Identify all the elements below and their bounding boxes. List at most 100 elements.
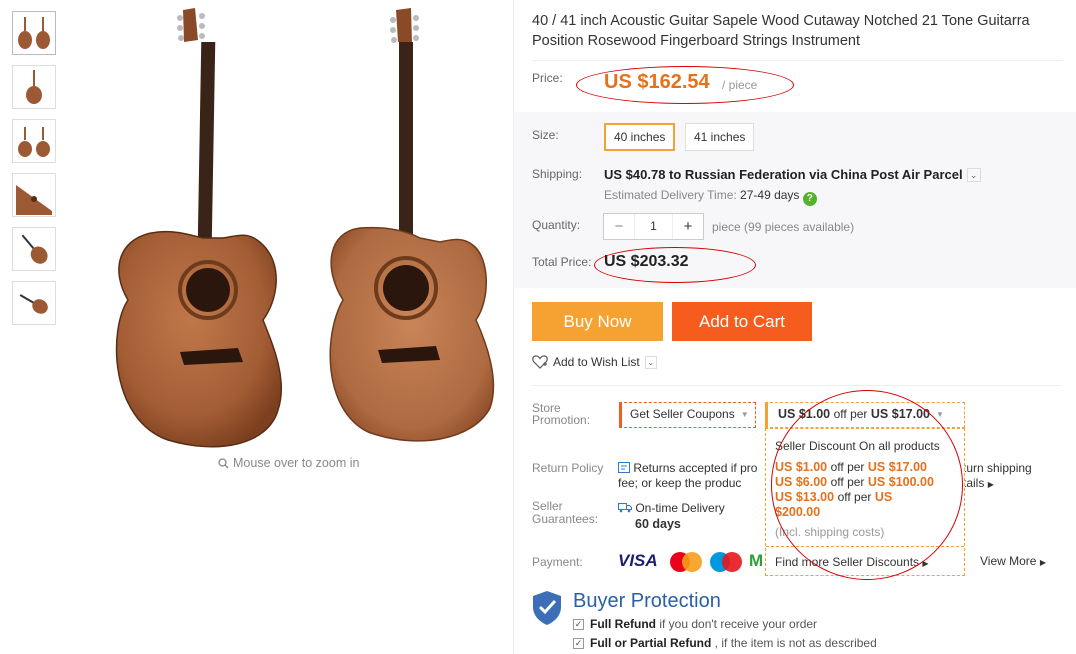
coupon-button-label: Get Seller Coupons [630, 407, 735, 421]
check-icon: ✓ [573, 618, 584, 630]
store-promotion-label: Store Promotion: [532, 401, 591, 427]
tier-threshold: US $100.00 [867, 475, 934, 489]
visa-logo: VISA [618, 551, 658, 570]
return-policy-label: Return Policy [532, 461, 604, 475]
price-value: US $162.54 [604, 71, 710, 93]
tier-amount: US $1.00 [775, 460, 828, 474]
return-policy-tail-2[interactable]: tails [963, 476, 984, 490]
on-time-delivery: On-time Delivery [635, 501, 725, 515]
discount-tier-1: US $1.00 off per US $17.00 [775, 460, 927, 474]
help-icon[interactable]: ? [802, 192, 817, 206]
shipping-method[interactable]: US $40.78 to Russian Federation via Chin… [604, 167, 981, 182]
return-policy-tail: turn shipping tails ▶ [963, 461, 1043, 492]
mastercard-logo [670, 552, 702, 572]
thumbnail-5[interactable] [12, 227, 56, 271]
discount-threshold: US $17.00 [870, 407, 930, 421]
tier-threshold: US $17.00 [867, 460, 927, 474]
thumbnail-4[interactable] [12, 173, 56, 217]
zoom-hint: Mouse over to zoom in [218, 456, 359, 470]
dropdown-title: Seller Discount On all products [775, 439, 940, 453]
product-main-image[interactable] [98, 0, 512, 455]
buyer-protection-item: ✓ Full Refund if you don't receive your … [573, 617, 817, 631]
quantity-input[interactable]: 1 [634, 214, 673, 239]
dropdown-divider [766, 546, 964, 547]
protection-rest: if you don't receive your order [659, 617, 818, 631]
size-option-40[interactable]: 40 inches [604, 123, 676, 151]
add-to-cart-button[interactable]: Add to Cart [672, 302, 812, 341]
tier-amount: US $6.00 [775, 475, 828, 489]
caret-down-icon: ▼ [935, 410, 944, 419]
delivery-estimate-label: Estimated Delivery Time: [604, 188, 737, 202]
find-more-label: Find more Seller Discounts [775, 555, 920, 569]
thumbnail-6[interactable] [12, 281, 56, 325]
quantity-increase-button[interactable]: + [673, 214, 703, 239]
wish-list-label: Add to Wish List [553, 355, 640, 369]
caret-right-icon: ▶ [987, 480, 994, 489]
chevron-down-icon[interactable]: ⌄ [966, 168, 981, 182]
get-seller-coupons-button[interactable]: Get Seller Coupons ▼ [619, 402, 756, 428]
column-divider [513, 0, 514, 654]
discount-mid: off per [833, 407, 868, 421]
zoom-hint-text: Mouse over to zoom in [233, 456, 360, 470]
shipping-costs-note: (Incl. shipping costs) [775, 525, 885, 539]
buyer-protection-title: Buyer Protection [573, 590, 721, 612]
buyer-protection-item: ✓ Full or Partial Refund , if the item i… [573, 636, 877, 650]
discount-tier-2: US $6.00 off per US $100.00 [775, 475, 934, 489]
view-more-link[interactable]: View More ▶ [980, 554, 1046, 568]
buy-now-button[interactable]: Buy Now [532, 302, 663, 341]
return-policy-visible: Returns accepted if pro fee; or keep the… [618, 461, 758, 490]
protection-bold: Full Refund [590, 617, 656, 631]
price-label: Price: [532, 71, 563, 85]
section-divider [532, 385, 1062, 386]
delivery-estimate-value: 27-49 days [740, 188, 800, 202]
payment-logo-partial: M [749, 551, 764, 570]
thumbnail-2[interactable] [12, 65, 56, 109]
maestro-logo [710, 552, 742, 572]
thumbnail-3[interactable] [12, 119, 56, 163]
delivery-estimate: Estimated Delivery Time: 27-49 days ? [604, 188, 817, 206]
return-policy-tail-1: turn shipping [963, 461, 1032, 475]
total-price-value: US $203.32 [604, 253, 689, 270]
tier-amount: US $13.00 [775, 490, 835, 504]
protection-bold: Full or Partial Refund [590, 636, 712, 650]
chevron-down-icon[interactable]: ⌄ [644, 355, 657, 369]
caret-down-icon: ▼ [740, 410, 749, 419]
tier-off: off per [830, 460, 865, 474]
thumbnail-1[interactable] [12, 11, 56, 55]
seller-guarantees-label: Seller Guarantees: [532, 499, 599, 526]
tier-off: off per [837, 490, 872, 504]
guitar-left [115, 8, 282, 448]
return-policy-text: Returns accepted if pro fee; or keep the… [618, 461, 768, 491]
size-label: Size: [532, 128, 559, 142]
search-icon [218, 457, 229, 468]
quantity-stepper: − 1 + [603, 213, 704, 240]
protection-rest: , if the item is not as described [714, 636, 877, 650]
quantity-availability: piece (99 pieces available) [712, 220, 855, 234]
discount-amount: US $1.00 [778, 407, 831, 421]
discount-tier-3: US $13.00 off per US $200.00 [775, 490, 915, 520]
heart-icon [532, 355, 548, 369]
product-title: 40 / 41 inch Acoustic Guitar Sapele Wood… [532, 13, 1030, 49]
total-price-label: Total Price: [532, 255, 592, 269]
tier-off: off per [830, 475, 865, 489]
thumbnail-strip [12, 11, 58, 335]
seller-discount-dropdown: Seller Discount On all products US $1.00… [765, 428, 965, 576]
price-unit: / piece [722, 78, 758, 92]
check-icon: ✓ [573, 637, 584, 649]
seller-discount-button[interactable]: US $1.00 off per US $17.00 ▼ [765, 402, 965, 428]
shipping-method-text: US $40.78 to Russian Federation via Chin… [604, 167, 963, 182]
payment-label: Payment: [532, 555, 583, 569]
quantity-decrease-button[interactable]: − [604, 214, 634, 239]
price-row: Price: US $162.54 / piece [532, 60, 1062, 110]
shipping-label: Shipping: [532, 167, 583, 181]
size-option-41[interactable]: 41 inches [685, 123, 755, 151]
shield-icon [533, 591, 561, 625]
quantity-label: Quantity: [532, 218, 581, 232]
view-more-label: View More [980, 554, 1037, 568]
delivery-days: 60 days [635, 517, 681, 531]
find-more-discounts-link[interactable]: Find more Seller Discounts ▶ [775, 555, 929, 569]
guitar-right [329, 8, 495, 442]
return-icon [618, 462, 630, 473]
seller-guarantees: On-time Delivery 60 days [618, 500, 725, 532]
add-to-wish-list[interactable]: Add to Wish List ⌄ [532, 355, 657, 369]
